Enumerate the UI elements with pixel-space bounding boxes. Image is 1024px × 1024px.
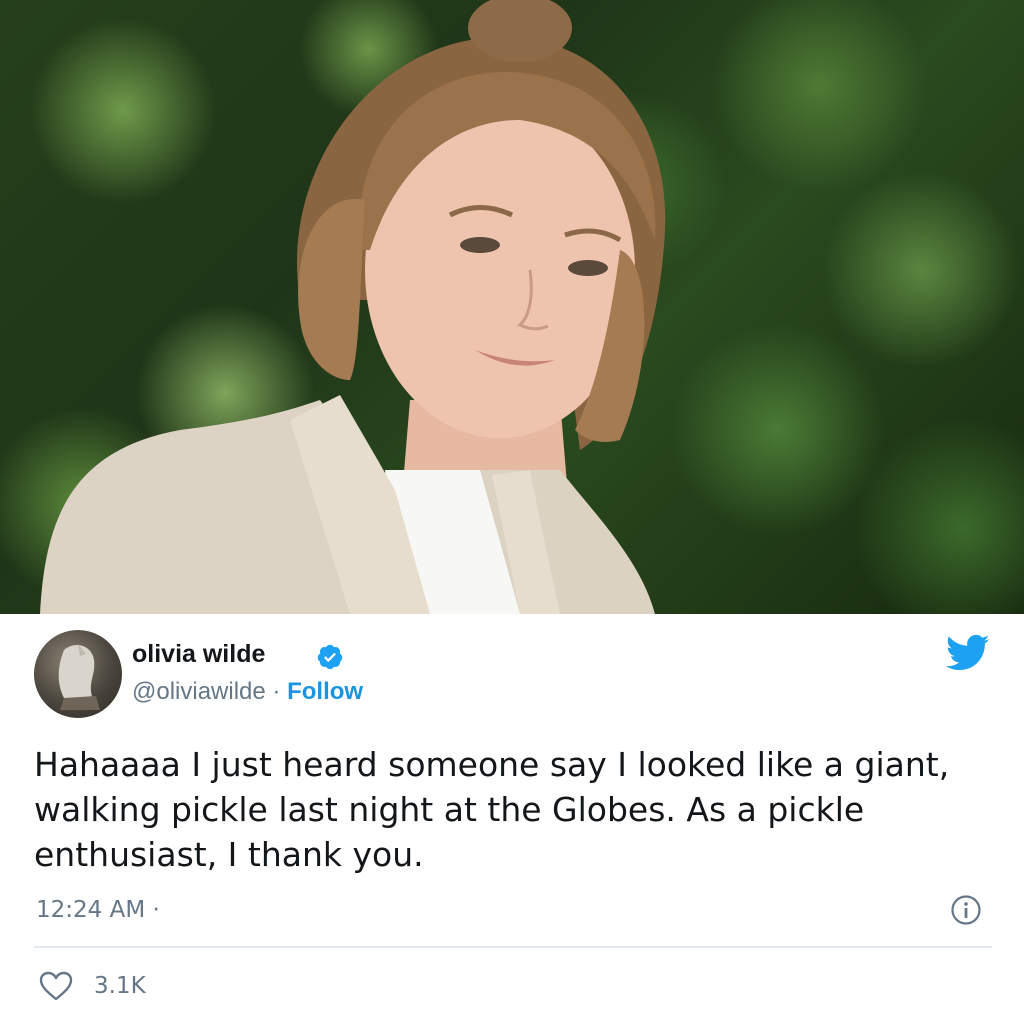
- follow-button[interactable]: Follow: [287, 678, 363, 705]
- handle-row: @oliviawilde · Follow: [132, 676, 363, 708]
- handle[interactable]: @oliviawilde: [132, 678, 266, 705]
- timestamp[interactable]: 12:24 AM ·: [36, 896, 160, 924]
- divider: [34, 946, 992, 948]
- verified-badge-icon: [317, 644, 343, 670]
- avatar[interactable]: [34, 630, 122, 718]
- portrait-illustration: [40, 0, 666, 614]
- like-count: 3.1K: [94, 973, 146, 999]
- display-name[interactable]: olivia wilde: [132, 638, 265, 670]
- twitter-bird-icon[interactable]: [946, 634, 990, 672]
- heart-icon[interactable]: [38, 970, 74, 1002]
- tweet-card: olivia wilde @oliviawilde · Follow Hahaa…: [0, 614, 1024, 1024]
- tweet-text: Hahaaaa I just heard someone say I looke…: [34, 745, 950, 874]
- info-icon[interactable]: [950, 894, 982, 926]
- tweet-photo: [0, 0, 1024, 614]
- separator: ·: [272, 678, 281, 705]
- avatar-bird-image: [58, 644, 100, 710]
